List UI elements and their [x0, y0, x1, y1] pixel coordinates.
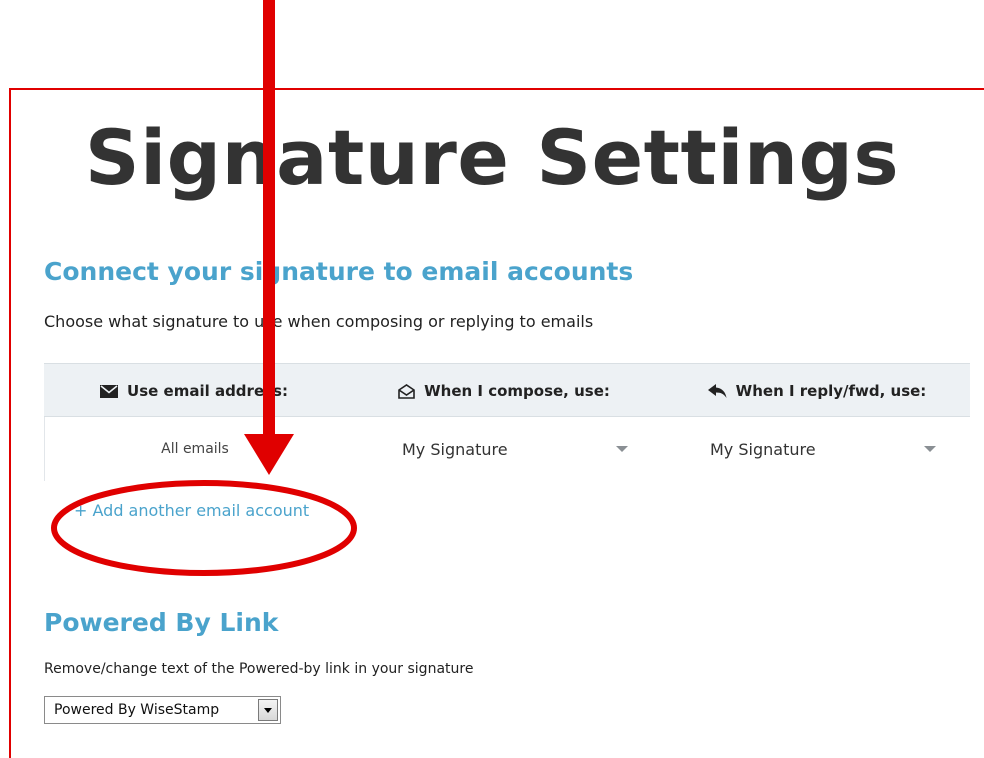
reply-arrow-icon — [707, 384, 727, 398]
header-reply: When I reply/fwd, use: — [664, 364, 970, 418]
open-envelope-icon — [398, 383, 415, 399]
page-title: Signature Settings — [84, 113, 900, 202]
header-compose: When I compose, use: — [349, 364, 659, 418]
powered-by-select[interactable]: Powered By WiseStamp — [44, 696, 281, 724]
powered-section-title: Powered By Link — [44, 608, 279, 637]
reply-signature-select[interactable]: My Signature — [710, 431, 936, 467]
chevron-down-icon — [616, 446, 628, 452]
compose-signature-value: My Signature — [402, 439, 508, 459]
dropdown-arrow-icon — [264, 707, 272, 713]
header-email-label: Use email address: — [127, 382, 288, 400]
compose-signature-select[interactable]: My Signature — [402, 431, 628, 467]
connect-section-description: Choose what signature to use when compos… — [44, 312, 594, 331]
connect-section-title: Connect your signature to email accounts — [44, 257, 634, 286]
reply-signature-value: My Signature — [710, 439, 816, 459]
chevron-down-icon — [924, 446, 936, 452]
powered-by-value: Powered By WiseStamp — [54, 702, 220, 718]
email-account-cell: All emails — [161, 441, 229, 457]
envelope-icon — [100, 384, 119, 398]
accounts-table-header: Use email address: When I compose, use: … — [44, 363, 970, 417]
table-row: All emails My Signature My Signature — [44, 417, 970, 481]
dropdown-button[interactable] — [258, 699, 278, 721]
powered-section-description: Remove/change text of the Powered-by lin… — [44, 661, 474, 677]
header-email-address: Use email address: — [44, 364, 344, 418]
add-email-account-link[interactable]: + Add another email account — [74, 503, 309, 519]
header-compose-label: When I compose, use: — [424, 382, 610, 400]
header-reply-label: When I reply/fwd, use: — [735, 382, 927, 400]
